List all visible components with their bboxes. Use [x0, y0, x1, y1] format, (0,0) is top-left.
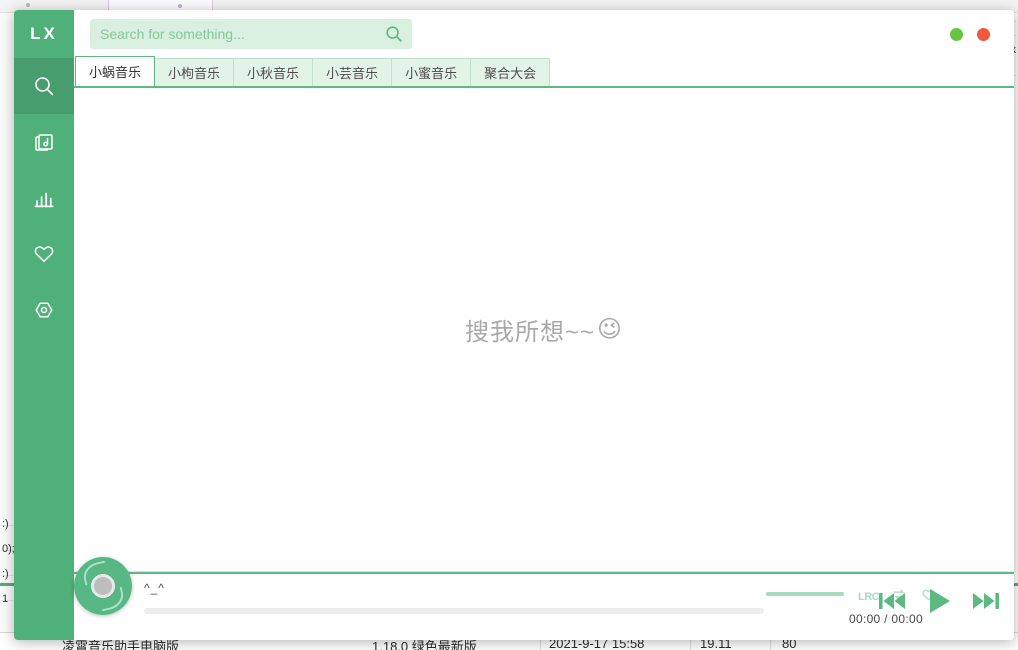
sidebar: LX	[14, 10, 74, 640]
hexagon-gear-icon	[32, 298, 56, 322]
wink-emoji-icon: 😉	[597, 315, 623, 344]
app-logo: LX	[14, 10, 74, 58]
volume-fill	[766, 592, 844, 596]
track-title: ^_^	[144, 580, 764, 596]
sidebar-item-settings[interactable]	[14, 282, 74, 338]
progress-slider[interactable]	[144, 608, 764, 614]
sidebar-item-search[interactable]	[14, 58, 74, 114]
heart-icon	[32, 242, 56, 266]
search-icon[interactable]	[384, 24, 404, 44]
header-bar	[74, 10, 1014, 58]
background-text-snippet: 1	[2, 593, 8, 605]
source-tab-bar: 小蜗音乐 小枸音乐 小秋音乐 小芸音乐 小蜜音乐 聚合大会	[74, 58, 1014, 88]
tab-5[interactable]: 聚合大会	[471, 58, 550, 86]
search-input[interactable]	[90, 20, 412, 48]
player-bar: ^_^ LRC	[74, 572, 1014, 640]
main-area: 小蜗音乐 小枸音乐 小秋音乐 小芸音乐 小蜜音乐 聚合大会 搜我所想~~ 😉 ^…	[74, 10, 1014, 640]
search-icon	[32, 74, 56, 98]
background-chip-dot	[178, 4, 182, 8]
vinyl-record-icon[interactable]	[74, 557, 132, 615]
tab-1[interactable]: 小枸音乐	[155, 58, 234, 86]
sidebar-item-favorite[interactable]	[14, 226, 74, 282]
background-text-snippet: :)	[2, 518, 9, 530]
play-button-icon[interactable]	[926, 586, 952, 621]
close-button[interactable]	[977, 28, 990, 41]
sidebar-item-ranking[interactable]	[14, 170, 74, 226]
track-info-zone: ^_^	[144, 580, 764, 614]
tab-0[interactable]: 小蜗音乐	[75, 56, 155, 86]
background-text-snippet: :)	[2, 568, 9, 580]
search-results-area: 搜我所想~~ 😉	[74, 88, 1014, 572]
background-dot	[26, 3, 30, 7]
volume-slider[interactable]	[766, 592, 844, 596]
tab-2[interactable]: 小秋音乐	[234, 58, 313, 86]
sidebar-item-library[interactable]	[14, 114, 74, 170]
empty-state-text: 搜我所想~~	[465, 312, 595, 347]
tab-3[interactable]: 小芸音乐	[313, 58, 392, 86]
next-track-icon[interactable]	[970, 588, 1002, 619]
empty-state-message: 搜我所想~~ 😉	[465, 312, 623, 347]
tab-4[interactable]: 小蜜音乐	[392, 58, 471, 86]
window-controls	[950, 28, 1002, 41]
minimize-button[interactable]	[950, 28, 963, 41]
transport-controls	[876, 586, 1002, 621]
bar-chart-icon	[32, 186, 56, 210]
music-player-window: LX	[14, 10, 1014, 640]
search-box[interactable]	[90, 19, 412, 49]
background-text-snippet: 0);	[2, 543, 15, 555]
previous-track-icon[interactable]	[876, 588, 908, 619]
music-album-icon	[32, 130, 56, 154]
